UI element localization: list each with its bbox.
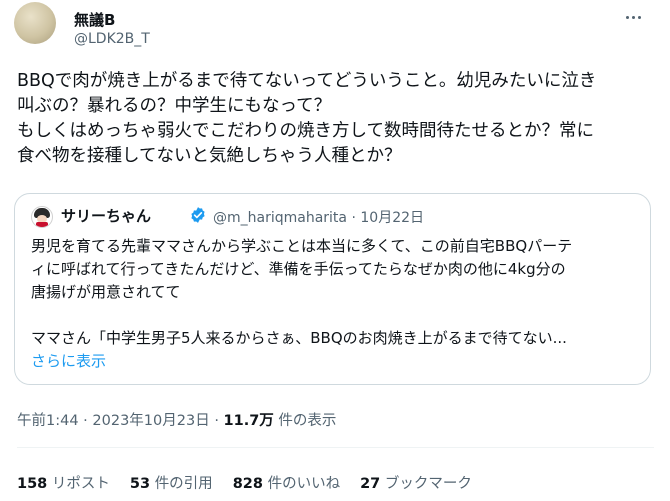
author-avatar[interactable] [14, 2, 56, 44]
tweet-line: BBQで肉が焼き上がるまで待てないってどういうこと。幼児みたいに泣き [17, 71, 597, 91]
author-name[interactable]: 無議B [74, 9, 115, 30]
quote-text: 男児を育てる先輩ママさんから学ぶことは本当に多くて、この前自宅BBQパーテ ィに… [31, 235, 643, 373]
bookmarks-count: 27 [360, 476, 381, 492]
quote-author-avatar [31, 206, 53, 228]
retweets-stat[interactable]: 158 リポスト [17, 472, 110, 493]
verified-badge-icon [191, 207, 205, 223]
quote-line: 男児を育てる先輩ママさんから学ぶことは本当に多くて、この前自宅BBQパーテ [31, 237, 573, 255]
tweet-time[interactable]: 午前1:44 [17, 413, 79, 429]
more-options-icon[interactable] [626, 12, 646, 22]
quotes-count: 53 [129, 476, 151, 492]
quote-author-name: サリーちゃん [61, 207, 152, 225]
views-label: 件の表示 [278, 413, 337, 429]
quoted-tweet-card[interactable]: サリーちゃん @m_hariqmaharita · 10月22日 男児を育てる先… [14, 193, 651, 385]
tweet-line: 食べ物を接種してないと気絶しちゃう人種とか？ [17, 146, 402, 166]
show-more-link[interactable]: さらに表示 [31, 352, 106, 370]
tweet-meta: 午前1:44 · 2023年10月23日 · 11.7万 件の表示 [17, 409, 336, 430]
quotes-label: 件の引用 [154, 476, 213, 492]
likes-stat[interactable]: 828 件のいいね [233, 472, 340, 493]
quote-line: ママさん「中学生男子5人来るからさぁ、BBQのお肉焼き上がるまで待てない... [31, 329, 567, 347]
views-count: 11.7万 [223, 413, 274, 429]
bookmarks-stat[interactable]: 27 ブックマーク [360, 472, 472, 493]
retweets-label: リポスト [51, 476, 110, 492]
tweet-date[interactable]: 2023年10月23日 [92, 413, 209, 429]
author-handle[interactable]: @LDK2B_T [74, 31, 150, 47]
quote-line: 唐揚げが用意されてて [31, 283, 181, 301]
tweet-line: 叫ぶの？暴れるの？中学生にもなって？ [17, 96, 332, 116]
engagement-stats: 158 リポスト 53 件の引用 828 件のいいね 27 ブックマーク [17, 472, 472, 493]
quote-date[interactable]: 10月22日 [360, 210, 424, 226]
quote-author-handle: @m_hariqmaharita [213, 210, 348, 226]
separator-dot: · [214, 413, 219, 429]
likes-label: 件のいいね [267, 476, 341, 492]
quote-meta: @m_hariqmaharita · 10月22日 [213, 207, 424, 227]
separator-dot: · [83, 413, 88, 429]
retweets-count: 158 [17, 476, 48, 492]
tweet-line: もしくはめっちゃ弱火でこだわりの焼き方して数時間待たせるとか？常に [17, 121, 594, 141]
bookmarks-label: ブックマーク [384, 476, 472, 492]
quotes-stat[interactable]: 53 件の引用 [130, 472, 213, 493]
separator-dot: · [351, 210, 356, 226]
tweet-text: BBQで肉が焼き上がるまで待てないってどういうこと。幼児みたいに泣き 叫ぶの？暴… [17, 69, 657, 169]
divider [17, 447, 654, 448]
likes-count: 828 [232, 476, 263, 492]
quote-line: ィに呼ばれて行ってきたんだけど、準備を手伝ってたらなぜか肉の他に4kg分の [31, 260, 566, 278]
